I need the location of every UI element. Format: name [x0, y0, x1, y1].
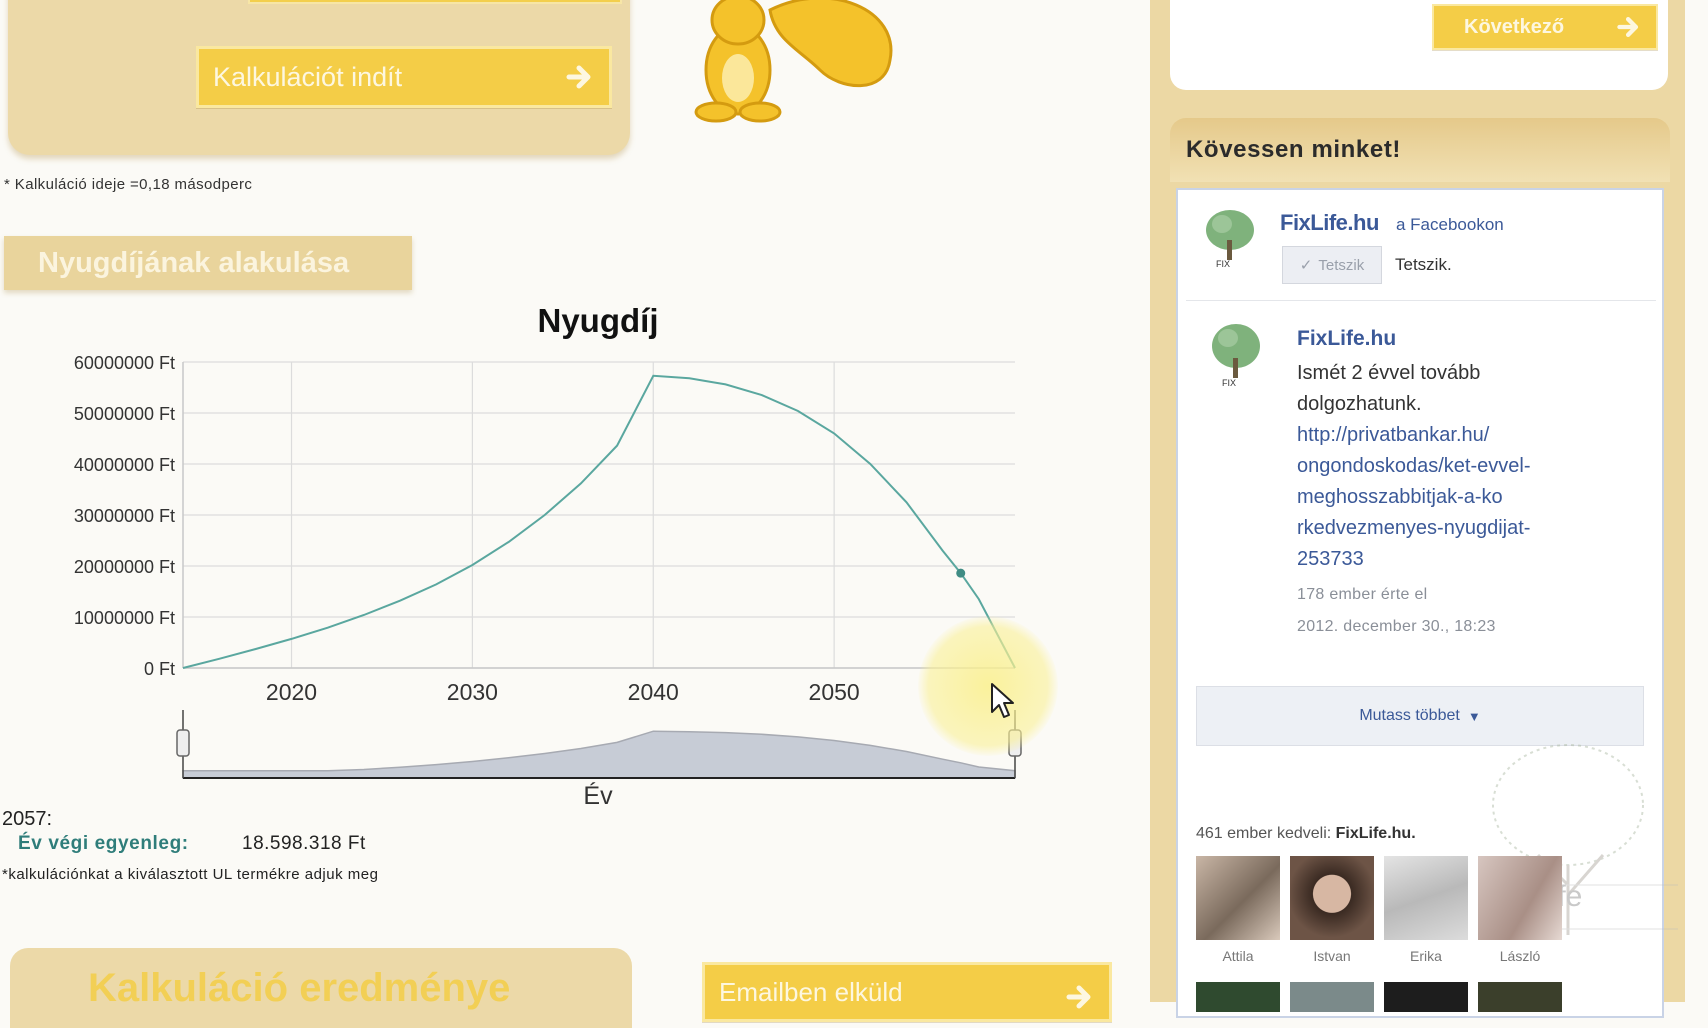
y-tick-label: 20000000 Ft — [74, 557, 175, 577]
y-tick-label: 50000000 Ft — [74, 404, 175, 424]
x-tick-label: 2020 — [266, 679, 317, 705]
calculation-time-note: * Kalkuláció ideje =0,18 másodperc — [4, 176, 253, 193]
year-end-balance-value: 18.598.318 Ft — [242, 833, 366, 854]
arrow-right-icon — [566, 65, 591, 89]
x-tick-label: 2040 — [628, 679, 679, 705]
fixlife-tree-logo-icon[interactable]: FIX — [1206, 320, 1266, 390]
fb-post-link-line[interactable]: http://privatbankar.hu/ — [1297, 420, 1597, 451]
fb-fan[interactable]: Attila — [1196, 856, 1280, 964]
y-tick-label: 60000000 Ft — [74, 353, 175, 373]
next-button[interactable]: Következő — [1432, 4, 1658, 50]
y-tick-label: 40000000 Ft — [74, 455, 175, 475]
start-calculation-label: Kalkulációt indít — [213, 61, 403, 92]
x-tick-label: 2030 — [447, 679, 498, 705]
fb-page-link[interactable]: FixLife.hu — [1280, 210, 1379, 236]
check-icon: ✓ — [1299, 257, 1313, 274]
fb-fan[interactable]: Istvan — [1290, 856, 1374, 964]
fan-avatar[interactable] — [1196, 856, 1280, 940]
fb-fan[interactable]: Erika — [1384, 856, 1468, 964]
arrow-right-icon — [1066, 985, 1091, 1009]
fb-fans-page[interactable]: FixLife.hu. — [1336, 825, 1416, 842]
x-tick-label: 2050 — [809, 679, 860, 705]
y-tick-label: 0 Ft — [144, 659, 175, 679]
svg-text:FIX: FIX — [1216, 259, 1230, 269]
fb-post-reach: 178 ember érte el — [1297, 586, 1428, 603]
start-calculation-button[interactable]: Kalkulációt indít — [196, 46, 612, 108]
fan-name[interactable]: Istvan — [1290, 948, 1374, 964]
navigator-left-handle[interactable] — [176, 729, 190, 757]
fixlife-tree-logo-icon[interactable]: FIX — [1200, 206, 1260, 270]
navigator-area[interactable] — [182, 730, 1016, 779]
fb-post-link-line[interactable]: 253733 — [1297, 544, 1597, 575]
fb-post-text: Ismét 2 évvel tovább dolgozhatunk. — [1297, 362, 1481, 415]
fb-post-link-line[interactable]: meghosszabbitjak-a-ko — [1297, 482, 1597, 513]
email-send-label: Emailben elküld — [719, 976, 903, 1007]
fb-fans-count: 461 ember kedveli: FixLife.hu. — [1196, 825, 1416, 843]
svg-text:FIX: FIX — [1222, 378, 1236, 388]
squirrel-mascot-icon — [694, 0, 893, 123]
result-year: 2057: — [2, 808, 53, 830]
chart-title: Nyugdíj — [538, 302, 659, 339]
fb-post-link-line[interactable]: ongondoskodas/ket-evvel- — [1297, 451, 1597, 482]
fb-post-date[interactable]: 2012. december 30., 18:23 — [1297, 618, 1496, 636]
fan-name[interactable]: Attila — [1196, 948, 1280, 964]
highlight-point[interactable] — [956, 568, 966, 578]
fan-avatar[interactable] — [1478, 982, 1562, 1012]
email-send-button[interactable]: Emailben elküld — [702, 962, 1112, 1022]
calculation-note: *kalkulációnkat a kiválasztott UL termék… — [2, 866, 379, 883]
follow-us-header: Kövessen minket! — [1170, 118, 1670, 182]
caret-down-icon: ▼ — [1467, 708, 1481, 724]
fb-fans-count-text: 461 ember kedveli: — [1196, 825, 1332, 842]
y-tick-label: 30000000 Ft — [74, 506, 175, 526]
next-button-label: Következő — [1464, 15, 1565, 38]
cursor-highlight — [918, 616, 1058, 756]
calculation-result-title: Kalkuláció eredménye — [88, 966, 511, 1010]
fb-like-button[interactable]: ✓ Tetszik — [1282, 246, 1382, 284]
fb-fan[interactable]: László — [1478, 856, 1562, 964]
fb-post-link[interactable]: http://privatbankar.hu/ ongondoskodas/ke… — [1297, 420, 1597, 575]
divider — [1186, 300, 1656, 301]
fan-avatar[interactable] — [1478, 856, 1562, 940]
fan-avatar[interactable] — [1384, 856, 1468, 940]
series-line[interactable] — [182, 374, 1016, 669]
fb-like-button-label: Tetszik — [1318, 256, 1365, 274]
fan-name[interactable]: László — [1478, 948, 1562, 964]
fan-avatar[interactable] — [1290, 982, 1374, 1012]
mouse-cursor-icon — [991, 683, 1014, 718]
fb-post-link-line[interactable]: rkedvezmenyes-nyugdijat- — [1297, 513, 1597, 544]
fan-name[interactable]: Erika — [1384, 948, 1468, 964]
year-end-balance-label: Év végi egyenleg: — [18, 833, 189, 854]
pension-chart[interactable]: Nyugdíj 0 Ft 10000000 Ft 20000000 Ft 300000… — [0, 290, 1060, 810]
fb-on-facebook-link[interactable]: a Facebookon — [1396, 215, 1504, 235]
arrow-right-icon — [1617, 17, 1639, 37]
y-tick-label: 10000000 Ft — [74, 608, 175, 628]
show-more-label: Mutass többet — [1359, 707, 1460, 724]
fan-avatar[interactable] — [1384, 982, 1468, 1012]
fan-avatar[interactable] — [1290, 856, 1374, 940]
fb-post-author[interactable]: FixLife.hu — [1297, 327, 1396, 351]
fan-avatar[interactable] — [1196, 982, 1280, 1012]
fb-like-text: Tetszik. — [1395, 255, 1452, 274]
section-title: Nyugdíjának alakulása — [4, 236, 412, 290]
x-axis-label: Év — [583, 781, 613, 810]
calculation-result-panel: Kalkuláció eredménye — [10, 948, 632, 1028]
input-field-bottom-edge[interactable] — [248, 0, 622, 4]
